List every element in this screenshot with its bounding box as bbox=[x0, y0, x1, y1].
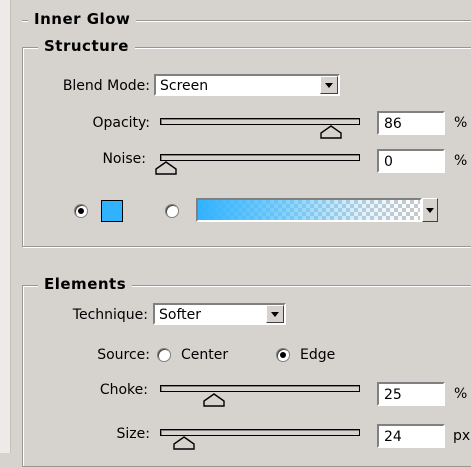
technique-label: Technique: bbox=[72, 307, 148, 323]
size-input[interactable]: 24 bbox=[377, 424, 445, 448]
source-label: Source: bbox=[97, 347, 150, 363]
size-unit: px bbox=[453, 428, 471, 444]
structure-title: Structure bbox=[38, 37, 135, 55]
source-center-radio[interactable] bbox=[157, 348, 171, 362]
opacity-value: 86 bbox=[384, 116, 402, 132]
gradient-radio[interactable] bbox=[165, 204, 179, 218]
opacity-input[interactable]: 86 bbox=[377, 111, 445, 135]
source-edge-radio[interactable] bbox=[276, 348, 290, 362]
noise-slider-thumb[interactable] bbox=[155, 161, 177, 175]
blend-mode-dropdown[interactable]: Screen bbox=[154, 74, 340, 96]
opacity-unit: % bbox=[454, 115, 468, 131]
noise-slider-track[interactable] bbox=[160, 154, 360, 161]
choke-label: Choke: bbox=[99, 382, 148, 398]
choke-slider-thumb[interactable] bbox=[203, 393, 225, 407]
solid-color-radio[interactable] bbox=[74, 204, 88, 218]
noise-input[interactable]: 0 bbox=[377, 149, 445, 173]
chevron-down-icon[interactable] bbox=[320, 76, 338, 94]
opacity-label: Opacity: bbox=[92, 115, 150, 131]
glow-color-swatch[interactable] bbox=[101, 200, 123, 222]
gradient-preview[interactable] bbox=[196, 198, 422, 222]
noise-label: Noise: bbox=[102, 151, 146, 167]
blend-mode-label: Blend Mode: bbox=[62, 78, 150, 94]
choke-input[interactable]: 25 bbox=[377, 382, 445, 406]
source-center-label[interactable]: Center bbox=[181, 346, 228, 364]
elements-title: Elements bbox=[38, 275, 133, 293]
choke-slider-track[interactable] bbox=[160, 385, 360, 392]
size-slider-thumb[interactable] bbox=[173, 436, 195, 450]
chevron-down-icon[interactable] bbox=[266, 305, 284, 323]
left-panel-edge bbox=[0, 0, 11, 453]
size-slider-track[interactable] bbox=[160, 429, 360, 436]
size-label: Size: bbox=[116, 426, 150, 442]
choke-value: 25 bbox=[384, 387, 402, 403]
noise-unit: % bbox=[454, 153, 468, 169]
choke-unit: % bbox=[454, 386, 468, 402]
gradient-picker-button[interactable] bbox=[422, 198, 438, 222]
size-value: 24 bbox=[384, 429, 402, 445]
source-edge-label[interactable]: Edge bbox=[300, 346, 335, 364]
technique-value: Softer bbox=[159, 307, 201, 323]
opacity-slider-thumb[interactable] bbox=[320, 125, 342, 139]
opacity-slider-track[interactable] bbox=[160, 118, 360, 125]
technique-dropdown[interactable]: Softer bbox=[153, 303, 286, 325]
inner-glow-title: Inner Glow bbox=[28, 10, 137, 28]
noise-value: 0 bbox=[384, 154, 393, 170]
blend-mode-value: Screen bbox=[160, 78, 209, 94]
